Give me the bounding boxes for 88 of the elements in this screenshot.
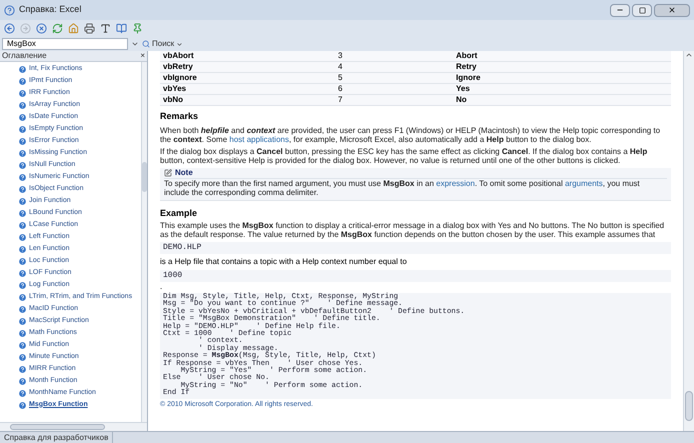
paragraph: If the dialog box displays a Cancel button, pressing the ESC key has the same effect as clicking Cancel. If the dialog box contains a Help button, context-sensitive Help is provided for the dialog box. However, no value is returned until one of the other buttons is clicked.	[160, 146, 648, 164]
font-size-icon[interactable]	[100, 23, 111, 34]
scroll-up-icon[interactable]	[685, 51, 693, 59]
close-button[interactable]	[654, 4, 690, 16]
paragraph: When both helpfile and context are provided, the user can press F1 (Windows) or HELP (Macintosh) to view the Help topic corresponding to the context. Some host applications, for example, Microsoft Excel, also automatically add a Help button to the dialog box.	[160, 126, 662, 144]
help-topic-icon	[18, 268, 27, 278]
help-topic-icon	[18, 112, 27, 122]
help-topic-icon	[18, 64, 27, 74]
table-cell-text: 6	[338, 83, 344, 95]
table-cell: Yes	[456, 83, 470, 95]
help-topic-icon	[18, 328, 27, 338]
sidebar-title: Оглавление	[2, 50, 47, 62]
close-icon	[668, 6, 676, 14]
stop-icon[interactable]	[36, 23, 47, 34]
help-topic-icon	[18, 196, 27, 206]
help-topic-icon	[18, 172, 27, 182]
paragraph: is a Help file that contains a topic with a Help context number equal to	[160, 257, 408, 267]
help-topic-icon	[18, 76, 27, 86]
horizontal-scrollbar[interactable]	[0, 422, 147, 431]
content-scrollbar[interactable]	[683, 51, 694, 431]
home-icon[interactable]	[68, 23, 79, 34]
note-title: Note	[175, 166, 193, 178]
help-topic-icon	[18, 364, 27, 374]
help-topic-icon	[18, 352, 27, 362]
printer-icon[interactable]	[84, 23, 95, 34]
search-icon	[142, 40, 150, 48]
dropdown-caret-icon[interactable]	[131, 40, 139, 48]
help-topic-icon	[18, 400, 27, 410]
refresh-icon[interactable]	[52, 23, 63, 34]
help-topic-icon	[18, 316, 27, 326]
period-text: .	[160, 283, 164, 291]
inline-link[interactable]: expression	[436, 178, 475, 188]
table-cell-text: vbRetry	[162, 61, 194, 73]
scrollbar-thumb[interactable]	[10, 424, 105, 430]
note-text: To specify more than the first named argument, you must use MsgBox in an expression. To omit some positional arguments, you must include the corresponding comma delimiter.	[164, 178, 641, 196]
status-tab[interactable]: Справка для разработчиков	[0, 432, 114, 443]
help-topic-icon	[18, 160, 27, 170]
search-field[interactable]: MsgBox	[2, 38, 128, 50]
scrollbar-thumb[interactable]	[142, 162, 147, 192]
code-block: 1000	[160, 270, 671, 282]
section-heading: Remarks	[160, 110, 200, 123]
help-topic-icon	[18, 340, 27, 350]
section-heading: Example	[160, 206, 198, 220]
help-topic-icon	[18, 292, 27, 302]
help-topic-icon	[18, 220, 27, 230]
pin-icon[interactable]	[132, 23, 143, 34]
table-cell-text: vbAbort	[162, 51, 195, 62]
help-topic-icon	[18, 208, 27, 218]
help-topic-icon	[18, 136, 27, 146]
table-cell: No	[456, 94, 467, 106]
code-block: DEMO.HLP	[160, 242, 671, 254]
book-icon[interactable]	[116, 23, 127, 34]
table-cell: Abort	[456, 51, 478, 62]
help-topic-icon	[18, 148, 27, 158]
back-icon[interactable]	[4, 23, 15, 34]
help-topic-icon	[18, 88, 27, 98]
table-cell-text: 7	[338, 94, 344, 106]
table-cell-text: 3	[338, 51, 344, 62]
table-cell: Retry	[456, 61, 476, 73]
table-cell-text: 4	[338, 61, 344, 73]
table-cell-text: 5	[338, 72, 344, 84]
search-button[interactable]: Поиск	[142, 38, 174, 50]
help-topic-icon	[18, 304, 27, 314]
table-cell-text: vbYes	[162, 83, 188, 95]
help-topic-icon	[18, 244, 27, 254]
maximize-icon	[638, 6, 646, 14]
help-topic-icon	[18, 100, 27, 110]
search-caret-icon[interactable]	[176, 40, 184, 48]
scrollbar-thumb[interactable]	[685, 391, 693, 421]
note-icon	[164, 168, 172, 176]
maximize-button[interactable]	[632, 4, 652, 16]
help-app-icon	[4, 4, 15, 16]
help-topic-icon	[18, 280, 27, 290]
help-topic-icon	[18, 124, 27, 134]
window-title: Справка: Excel	[19, 3, 82, 16]
help-topic-icon	[18, 388, 27, 398]
table-cell: Ignore	[456, 72, 480, 84]
paragraph: This example uses the MsgBox function to display a critical-error message in a dialog box with Yes and No buttons. The No button is specified as the default response. The value returned by the MsgBox function depends on the button chosen by the user. This example assumes that	[160, 221, 666, 239]
inline-link[interactable]: host applications	[229, 134, 289, 144]
table-cell-text: vbIgnore	[162, 72, 198, 84]
help-topic-icon	[18, 256, 27, 266]
help-topic-icon	[18, 232, 27, 242]
help-topic-icon	[18, 376, 27, 386]
sidebar-close-button[interactable]: ×	[140, 52, 145, 60]
inline-link[interactable]: arguments	[564, 178, 603, 188]
sidebar-scrollbar[interactable]	[141, 62, 147, 422]
help-topic-icon	[18, 184, 27, 194]
table-cell-text: vbNo	[162, 94, 184, 106]
